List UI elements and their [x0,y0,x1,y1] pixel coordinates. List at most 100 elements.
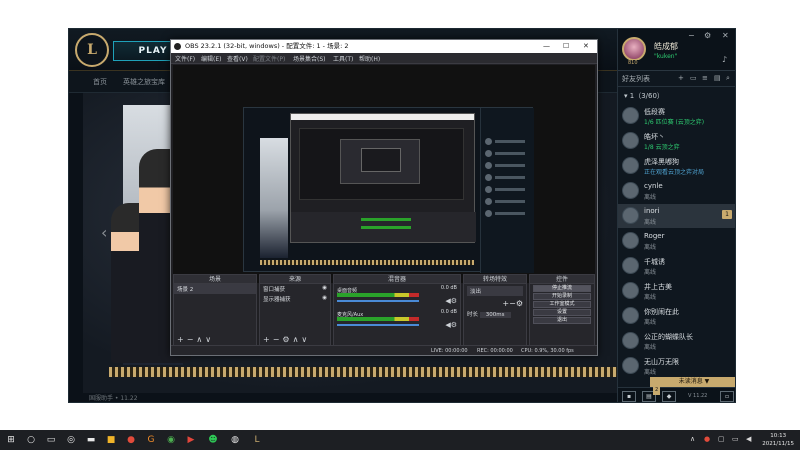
friend-row[interactable]: 井上古美 离线 [618,279,735,303]
eye-icon[interactable]: ◉ [322,295,327,301]
source-item[interactable]: 窗口捕获 ◉ [260,284,330,294]
sources-dock-buttons[interactable]: +−⚙∧∨ [263,335,310,344]
friend-status: 离线 [644,319,657,326]
menu-edit[interactable]: 编辑(E) [201,54,221,63]
friend-row[interactable]: 虎泽黑嘟狗 正在观看云顶之弈对局 [618,154,735,178]
wechat-icon[interactable]: ☻ [206,433,220,447]
friend-name: inori [644,207,660,215]
cpu-fps: CPU: 0.9%, 30.00 fps [521,348,574,354]
menu-view[interactable]: 查看(V) [227,54,248,63]
explorer-icon[interactable]: ▬ [84,433,98,447]
g-app-icon[interactable]: G [144,433,158,447]
tray-icon[interactable]: ▢ [718,435,725,443]
chevron-up-icon[interactable]: ∧ [690,435,695,443]
friend-status: 正在观看云顶之弈对局 [644,169,705,176]
folder-icon[interactable]: ▭ [690,74,697,82]
friend-avatar [622,357,639,374]
friend-row[interactable]: inori 离线 1 [618,204,735,228]
transition-select[interactable]: 淡出 [467,286,523,296]
search-icon[interactable]: ⌕ [726,74,730,83]
obs-preview-canvas[interactable] [173,65,595,283]
taskbar-clock[interactable]: 10:13 2021/11/15 [762,432,794,448]
add-friend-icon[interactable]: + [678,74,684,82]
volume-slider[interactable] [337,324,419,326]
menu-scene-collection[interactable]: 场景集合(S) [293,54,326,63]
folder-icon[interactable]: ■ [104,433,118,447]
friends-footer: ▪ ▤ 2 ◆ V 11.22 ▫ [618,386,735,402]
minimize-icon[interactable]: − [688,31,695,40]
profile-avatar[interactable] [622,37,646,61]
friends-group-header[interactable]: ▾ 1（3/60） [624,91,664,101]
friends-toolbar: 好友列表 + ▭ ≡ ▤ ⌕ [618,71,735,87]
subnav-home[interactable]: 首页 [93,77,107,87]
friend-status: 离线 [644,294,657,301]
volume-slider[interactable] [337,300,419,302]
scene-item[interactable]: 场景 2 [174,284,256,294]
menu-file[interactable]: 文件(F) [175,54,195,63]
subnav-vault[interactable]: 英雄之旅宝库 [123,77,165,87]
speaker-icon[interactable]: ◀⚙ [445,321,457,329]
friend-row[interactable]: 你别闹在此 离线 [618,304,735,328]
tray-app-icon[interactable]: ● [704,435,710,443]
friend-row[interactable]: 千城诱 离线 [618,254,735,278]
friend-row[interactable]: cynle 离线 [618,179,735,203]
speaker-icon[interactable]: ◀⚙ [445,297,457,305]
gear-icon[interactable]: ⚙ [704,31,711,40]
preview-meter-1 [361,218,411,221]
profile-status[interactable]: "kuken" [654,53,677,60]
transition-buttons[interactable]: +−⚙ [464,298,526,309]
close-icon[interactable]: ✕ [722,31,729,40]
maximize-icon[interactable]: ☐ [563,40,569,53]
chat-icon[interactable]: ▪ [622,391,636,402]
notification-icon[interactable]: ▤ 2 [642,386,661,402]
help-icon[interactable]: ▫ [720,391,734,402]
friend-avatar [622,157,639,174]
network-icon[interactable]: ▭ [732,435,739,443]
settings-button[interactable]: 设置 [533,309,591,316]
list-icon[interactable]: ≡ [702,74,708,82]
friend-name: 公正的蝴蝶队长 [644,333,693,341]
friend-row[interactable]: 低段赛 1/6 匹位赛 (云顶之弈) [618,104,735,128]
app-icon[interactable]: ● [124,433,138,447]
start-recording-button[interactable]: 开始录制 [533,293,591,300]
exit-button[interactable]: 退出 [533,317,591,324]
media-icon[interactable]: ▶ [184,433,198,447]
search-icon[interactable]: ○ [24,433,38,447]
lol-taskbar-icon[interactable]: L [250,433,264,447]
mixer-dock-title: 混音器 [334,275,460,284]
eye-icon[interactable]: ◉ [322,285,327,291]
friend-row[interactable]: Roger 离线 [618,229,735,253]
friend-row[interactable]: 公正的蝴蝶队长 离线 [618,329,735,353]
friend-status: 离线 [644,244,657,251]
transitions-dock-title: 转场特效 [464,275,526,284]
source-item[interactable]: 显示器捕获 ◉ [260,294,330,304]
stop-streaming-button[interactable]: 停止推流 [533,285,591,292]
chrome-icon[interactable]: ◉ [164,433,178,447]
duration-input[interactable]: 300ms [479,312,511,318]
bell-icon[interactable]: ♪ [722,55,727,64]
chevron-left-icon[interactable]: ‹ [101,223,107,242]
task-view-icon[interactable]: ▭ [44,433,58,447]
menu-profile[interactable]: 配置文件(P) [253,54,285,63]
friend-name: 千城诱 [644,258,665,266]
friend-row[interactable]: 无山万无限 离线 [618,354,735,378]
minimize-icon[interactable]: — [543,40,550,53]
scenes-dock-buttons[interactable]: +−∧∨ [177,335,214,344]
menu-tools[interactable]: 工具(T) [333,54,353,63]
close-icon[interactable]: ✕ [583,40,589,53]
sort-icon[interactable]: ▤ [714,74,721,82]
start-icon[interactable]: ⊞ [4,433,18,447]
studio-mode-button[interactable]: 工作室模式 [533,301,591,308]
friend-avatar [622,107,639,124]
obs-taskbar-icon[interactable]: ◍ [228,433,242,447]
friend-unread-badge: 1 [722,210,732,219]
steam-icon[interactable]: ◎ [64,433,78,447]
menu-help[interactable]: 帮助(H) [359,54,380,63]
volume-icon[interactable]: ◀ [746,435,751,443]
friend-row[interactable]: 皓坏丶 1/8 云顶之弈 [618,129,735,153]
friend-status: 1/6 匹位赛 (云顶之弈) [644,119,705,126]
friend-avatar [622,307,639,324]
friend-avatar [622,132,639,149]
unread-messages-bar[interactable]: 未读消息 ▼ [650,377,735,387]
mission-icon[interactable]: ◆ [662,391,676,402]
